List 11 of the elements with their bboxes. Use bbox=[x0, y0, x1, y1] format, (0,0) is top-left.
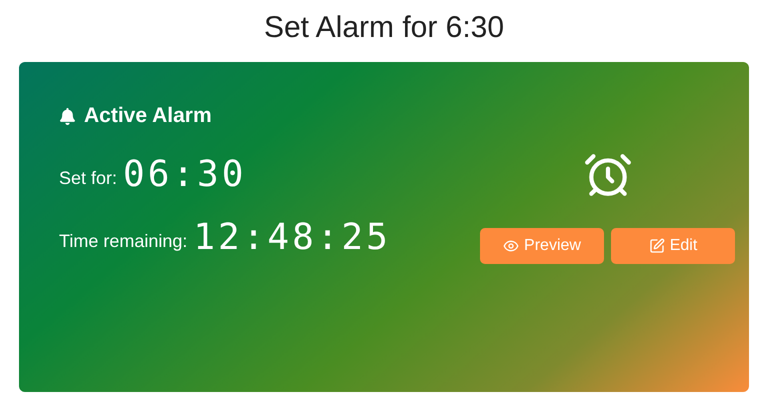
remaining-label: Time remaining: bbox=[59, 231, 188, 253]
alarm-time: 06:30 bbox=[123, 154, 246, 195]
pencil-square-icon bbox=[648, 238, 665, 254]
eye-icon bbox=[503, 238, 520, 254]
page-title: Set Alarm for 6:30 bbox=[264, 10, 504, 46]
edit-button[interactable]: Edit bbox=[611, 228, 735, 264]
bell-icon bbox=[59, 108, 76, 124]
card-heading: Active Alarm bbox=[84, 104, 212, 128]
remaining-time: 12:48:25 bbox=[193, 217, 391, 258]
preview-button[interactable]: Preview bbox=[480, 228, 604, 264]
set-for-label: Set for: bbox=[59, 168, 118, 190]
